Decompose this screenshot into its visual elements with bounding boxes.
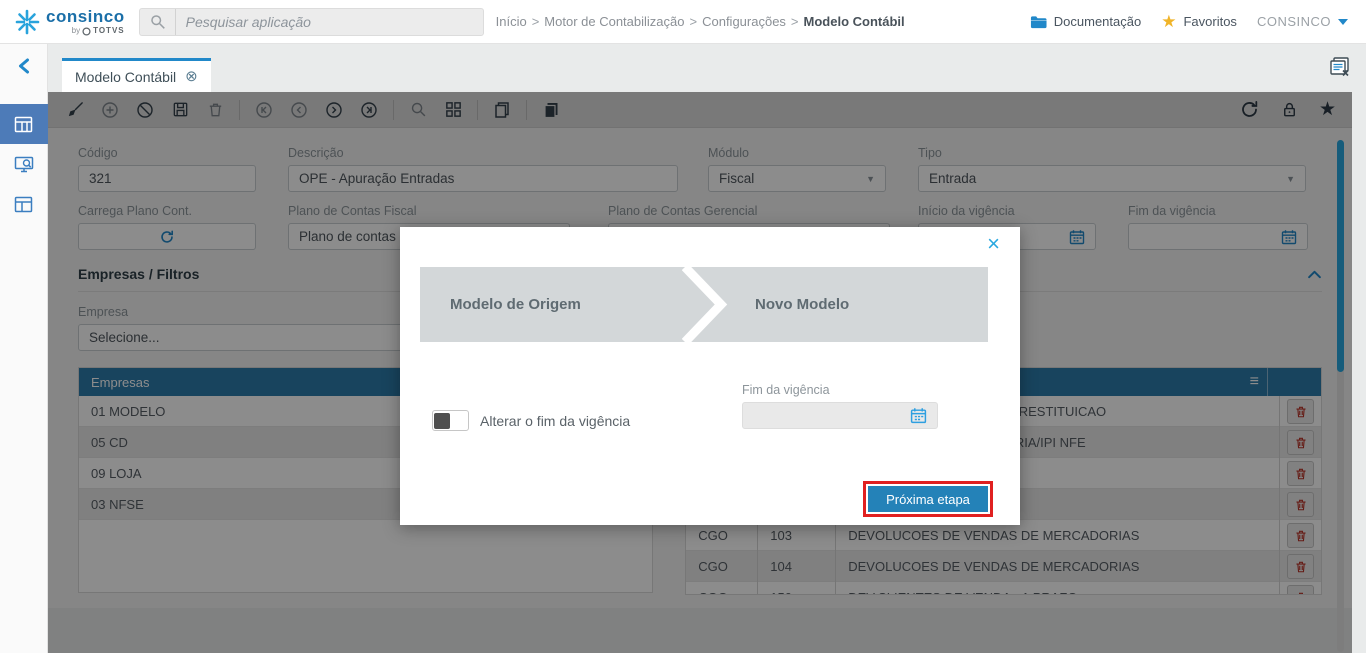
user-menu[interactable]: CONSINCO: [1257, 14, 1348, 29]
brand-name: consinco: [46, 6, 125, 26]
modal-fim-vigencia-input[interactable]: [742, 402, 938, 429]
brand-by: by: [71, 26, 81, 35]
app-window: consinco by TOTVS Início > Mot: [0, 0, 1366, 653]
right-gutter: [1352, 92, 1366, 653]
tab-close-icon[interactable]: ⊗: [185, 69, 198, 84]
wizard-chevron-separator: [682, 267, 742, 342]
monitor-search-icon: [14, 156, 33, 172]
alterar-fim-vigencia-toggle[interactable]: [432, 410, 469, 431]
top-header: consinco by TOTVS Início > Mot: [0, 0, 1366, 44]
sidebar-item-consulta[interactable]: [0, 144, 48, 184]
left-sidebar: [0, 44, 48, 653]
folder-icon: [1030, 15, 1047, 28]
tab-strip: Modelo Contábil ⊗: [48, 44, 1366, 92]
consinco-logo: consinco by TOTVS: [0, 8, 135, 36]
tab-modelo-contabil[interactable]: Modelo Contábil ⊗: [62, 58, 211, 92]
sidebar-item-modelo-contabil[interactable]: [0, 104, 48, 144]
chevron-down-icon: [1338, 18, 1348, 25]
modal-fim-vigencia-label: Fim da vigência: [742, 383, 830, 397]
breadcrumb: Início > Motor de Contabilização > Confi…: [495, 14, 905, 29]
brand-totvs: TOTVS: [93, 26, 125, 35]
modal-close-icon[interactable]: ×: [987, 233, 1000, 255]
consinco-starburst-icon: [14, 9, 40, 35]
breadcrumb-configuracoes[interactable]: Configurações: [702, 14, 786, 29]
favorites-star-icon: ★: [1161, 12, 1177, 31]
sidebar-collapse-chevron-icon[interactable]: [17, 58, 30, 74]
tab-label: Modelo Contábil: [75, 68, 177, 85]
totvs-icon: [82, 26, 91, 36]
grid-table-icon: [14, 116, 33, 132]
search-input[interactable]: [175, 13, 483, 30]
sidebar-item-cadastro[interactable]: [0, 184, 48, 224]
close-all-tabs-icon[interactable]: [1328, 56, 1352, 78]
wizard-step-novo-modelo: Novo Modelo: [755, 296, 850, 313]
wizard-step-modelo-origem: Modelo de Origem: [450, 296, 581, 313]
documentation-link[interactable]: Documentação: [1030, 14, 1141, 29]
favorites-link[interactable]: ★ Favoritos: [1161, 13, 1237, 30]
toggle-label: Alterar o fim da vigência: [480, 412, 631, 429]
wizard-steps: Modelo de Origem Novo Modelo: [420, 267, 988, 342]
table-icon: [14, 196, 33, 212]
breadcrumb-motor[interactable]: Motor de Contabilização: [544, 14, 684, 29]
proxima-etapa-button[interactable]: Próxima etapa: [863, 481, 993, 517]
calendar-icon[interactable]: [910, 407, 927, 424]
search-icon[interactable]: [140, 8, 176, 35]
copy-model-wizard-modal: × Modelo de Origem Novo Modelo Alterar o…: [400, 227, 1020, 525]
app-search: [138, 7, 484, 36]
breadcrumb-inicio[interactable]: Início: [496, 14, 527, 29]
breadcrumb-current: Modelo Contábil: [803, 14, 905, 29]
